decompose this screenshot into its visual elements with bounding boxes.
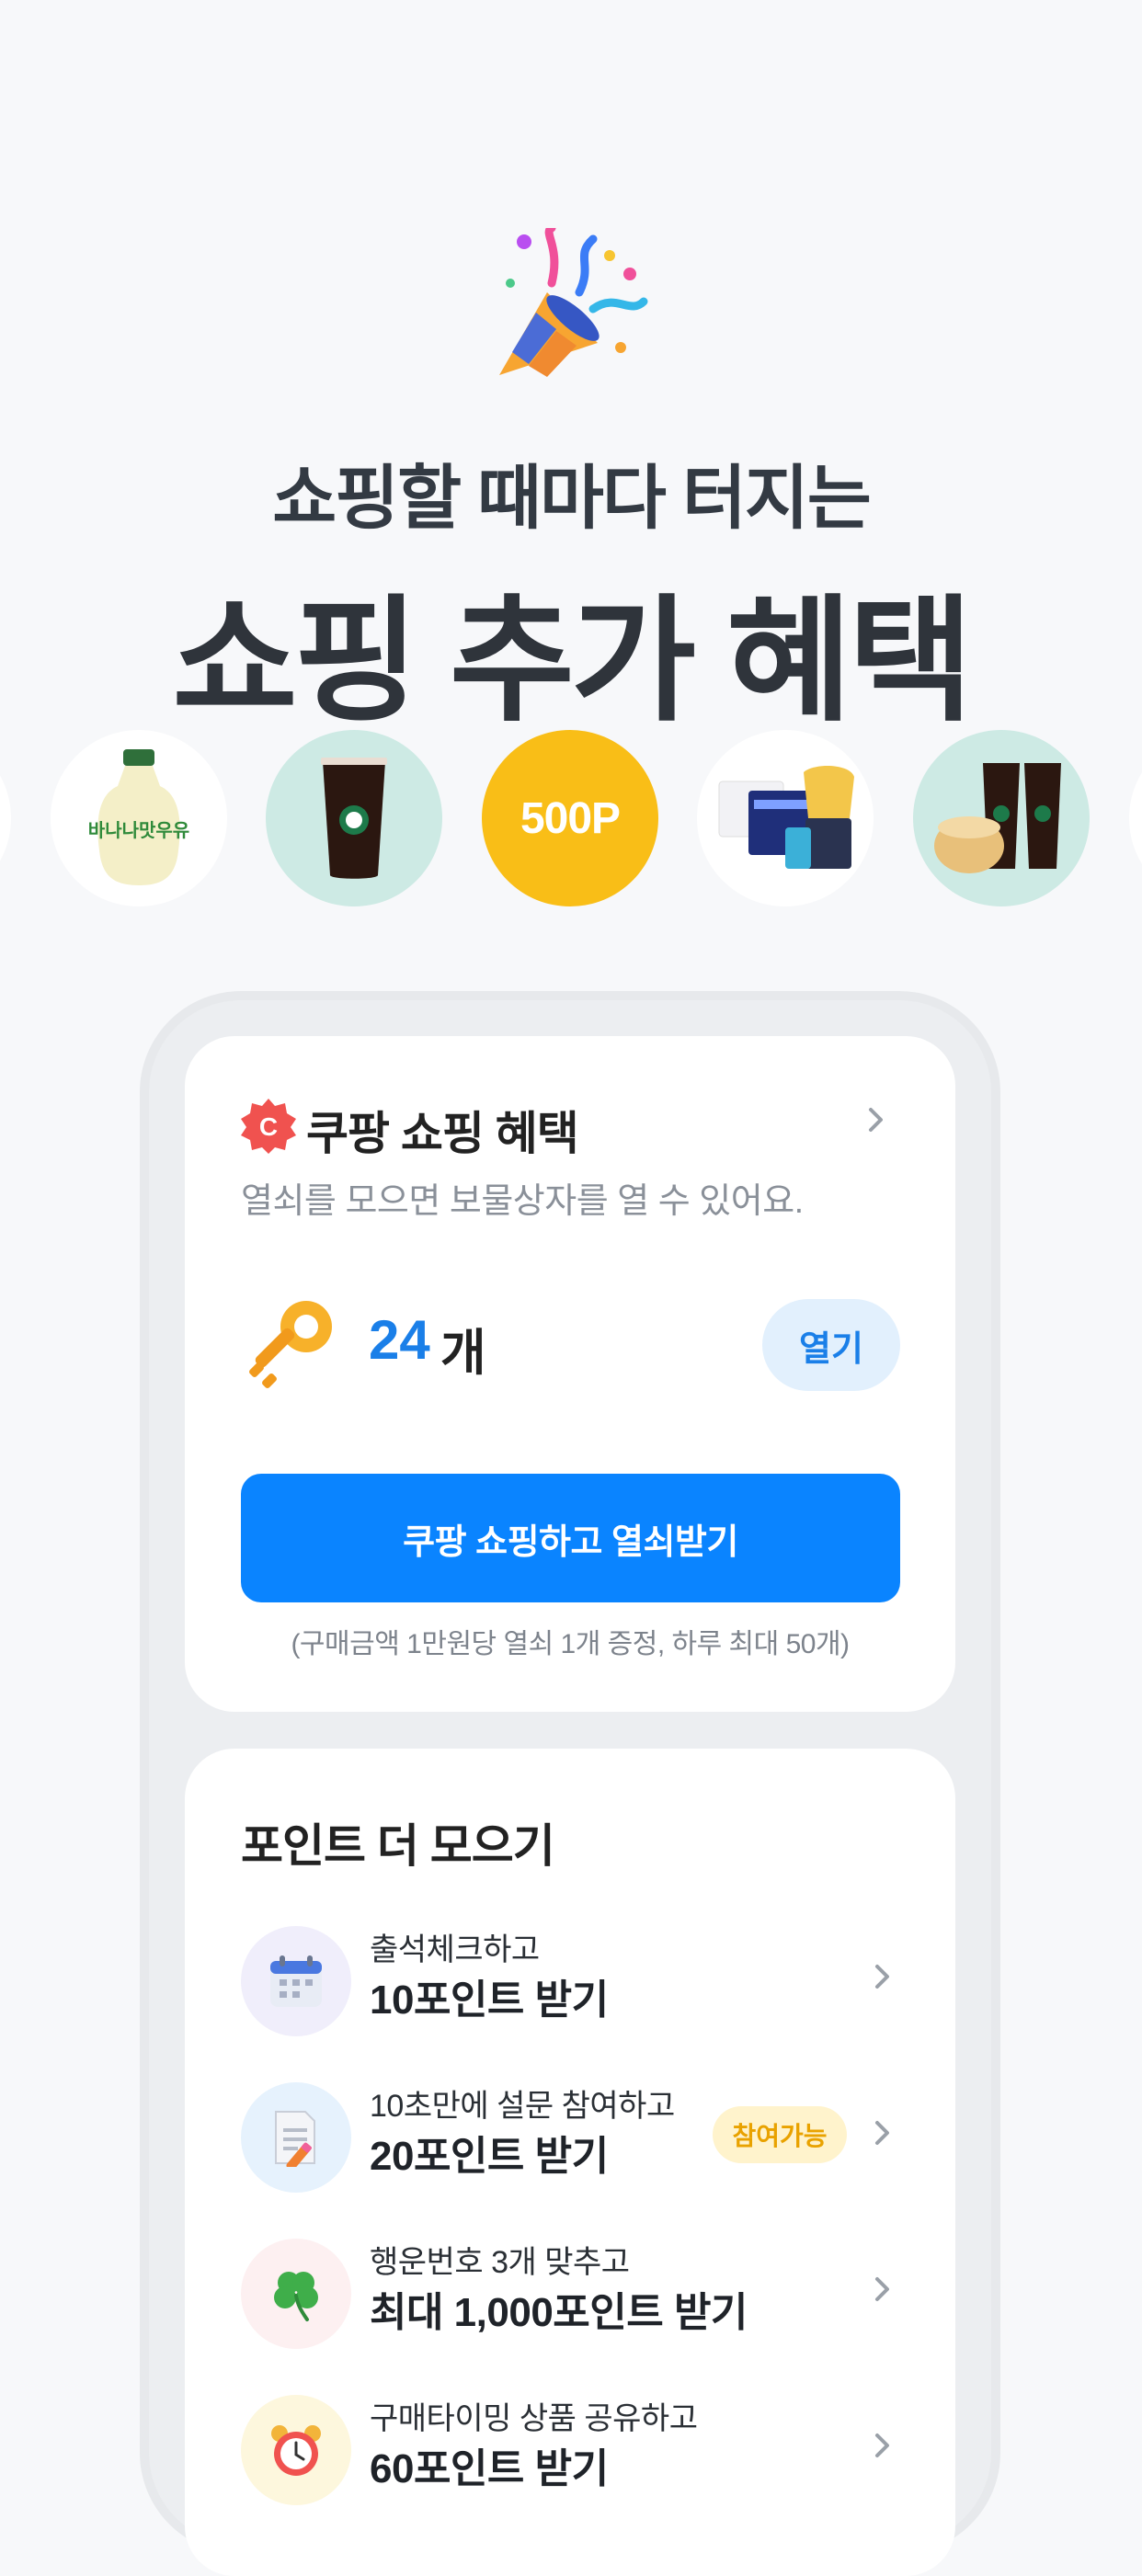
hero-subtitle: 쇼핑할 때마다 터지는 [272,460,872,538]
coupang-benefit-card: C 쿠팡 쇼핑 혜택 열쇠를 모으면 보물상자를 열 수 있어요. 24 개 열… [185,1036,955,1712]
carousel-item-points[interactable]: 500P [482,730,658,906]
task-line2: 20포인트 받기 [370,2134,609,2179]
clover-icon [274,2272,318,2321]
survey-icon [275,2111,315,2167]
carousel-item-coffee-cake-set[interactable] [913,730,1090,906]
task-line2: 최대 1,000포인트 받기 [370,2290,748,2335]
carousel-item-banana-milk[interactable]: 바나나맛우유 [51,730,227,906]
chevron-right-icon [875,2121,889,2145]
banana-milk-label: 바나나맛우유 [88,819,189,841]
key-count: 24 [369,1309,430,1371]
carousel-item-partial-right [1129,730,1142,906]
coffee-cake-icon [934,763,1061,873]
task-icon-bg [241,2082,351,2193]
chevron-right-icon [875,2434,889,2457]
chevron-right-icon [875,1965,889,1989]
chevron-right-icon [875,2277,889,2301]
coupang-badge-letter: C [259,1112,278,1141]
shop-and-get-keys-button[interactable]: 쿠팡 쇼핑하고 열쇠받기 [241,1474,900,1602]
calendar-icon [270,1955,322,2007]
movie-ticket-icon [718,766,854,869]
hero-title: 쇼핑 추가 혜택 [172,586,973,737]
task-line2: 10포인트 받기 [370,1978,609,2023]
task-icon-bg [241,2395,351,2505]
key-rule-note: (구매금액 1만원당 열쇠 1개 증정, 하루 최대 50개) [291,1629,850,1659]
coupang-badge-icon: C [241,1099,296,1154]
banana-milk-icon: 바나나맛우유 [88,749,189,885]
benefit-card-title[interactable]: 쿠팡 쇼핑 혜택 [306,1097,579,1163]
task-attendance[interactable]: 출석체크하고 10포인트 받기 [185,1908,955,2046]
iced-coffee-icon [321,758,387,879]
alarm-clock-icon [271,2425,321,2476]
carousel-item-movie-tickets[interactable] [697,730,874,906]
carousel-item-iced-americano[interactable] [266,730,442,906]
task-line1: 행운번호 3개 맞추고 [370,2245,630,2280]
task-survey[interactable]: 10초만에 설문 참여하고 20포인트 받기 참여가능 [185,2064,955,2202]
task-lucky-number[interactable]: 행운번호 3개 맞추고 최대 1,000포인트 받기 [185,2220,955,2358]
task-line1: 구매타이밍 상품 공유하고 [370,2401,698,2436]
chevron-right-icon[interactable] [862,1106,890,1134]
task-icon-bg [241,2239,351,2349]
party-popper-icon [499,228,648,377]
task-icon-bg [241,1926,351,2036]
task-share-product[interactable]: 구매타이밍 상품 공유하고 60포인트 받기 [185,2377,955,2514]
points-bubble-label: 500P [520,793,621,843]
more-points-card: 포인트 더 모으기 출석체크하고 10포인트 받기 10초만에 설문 참여하고 … [185,1749,955,2576]
reward-carousel[interactable]: 바나나맛우유 500P [0,730,1142,908]
participation-available-badge: 참여가능 [713,2106,847,2163]
carousel-item-partial-left [0,730,11,906]
key-icon [249,1301,332,1388]
task-line1: 출석체크하고 [370,1932,540,1967]
task-line1: 10초만에 설문 참여하고 [370,2089,675,2124]
key-count-unit: 개 [440,1326,486,1381]
open-chest-button[interactable]: 열기 [762,1299,900,1391]
more-points-title: 포인트 더 모으기 [241,1820,555,1872]
benefit-card-description: 열쇠를 모으면 보물상자를 열 수 있어요. [241,1182,804,1221]
task-line2: 60포인트 받기 [370,2446,609,2491]
